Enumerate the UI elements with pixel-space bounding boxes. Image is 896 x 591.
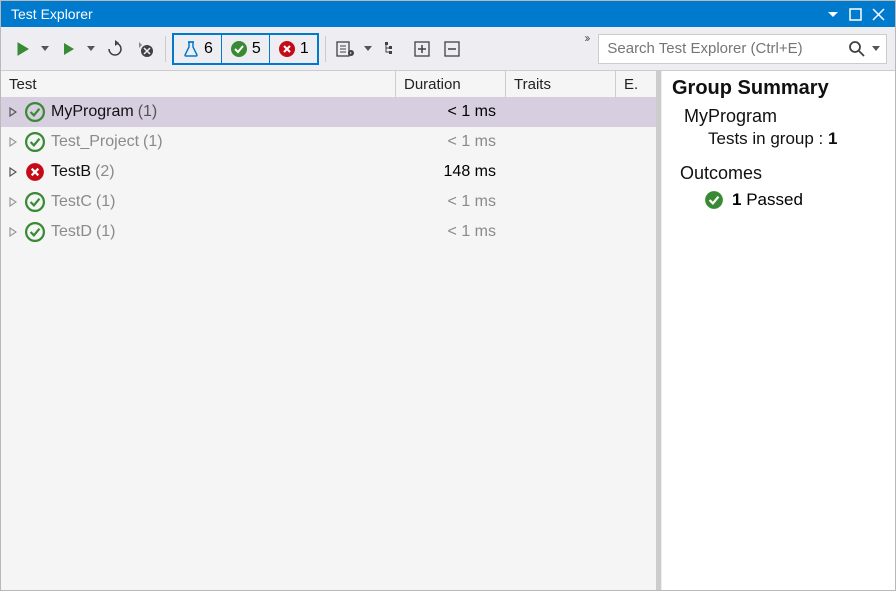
status-icon [25,162,45,182]
collapse-all-button[interactable] [438,35,466,63]
check-circle-icon [704,190,724,210]
duration-cell: < 1 ms [396,103,506,121]
expander-icon[interactable] [9,107,19,117]
status-icon [25,222,45,242]
table-row[interactable]: TestB (2) 148 ms [1,157,656,187]
duration-cell: 148 ms [396,163,506,181]
summary-pane: Group Summary MyProgram Tests in group :… [661,71,895,590]
table-row[interactable]: TestC (1) < 1 ms [1,187,656,217]
filter-group: 6 5 1 [172,33,319,65]
test-name: Test_Project (1) [51,133,163,151]
overflow-icon[interactable]: ›› [584,31,588,45]
filter-passed-button[interactable]: 5 [222,35,270,63]
check-circle-icon [230,40,248,58]
summary-count: Tests in group : 1 [664,127,895,159]
table-row[interactable]: TestD (1) < 1 ms [1,217,656,247]
test-name: TestB (2) [51,163,115,181]
stop-button[interactable] [131,35,159,63]
outcome-passed-row: 1 Passed [664,186,895,210]
table-row[interactable]: MyProgram (1) < 1 ms [1,97,656,127]
filter-failed-button[interactable]: 1 [270,35,317,63]
col-duration-header[interactable]: Duration [396,71,506,97]
col-test-header[interactable]: Test [1,71,396,97]
rows-container: MyProgram (1) < 1 ms Test_Project (1) < 1 m… [1,97,656,590]
expander-icon[interactable] [9,197,19,207]
status-icon [25,192,45,212]
col-traits-header[interactable]: Traits [506,71,616,97]
test-name: TestD (1) [51,223,115,241]
outcomes-title: Outcomes [664,159,895,186]
search-icon[interactable] [842,40,872,58]
flask-icon [182,40,200,58]
expander-icon[interactable] [9,227,19,237]
chevron-down-icon[interactable] [364,46,372,52]
expander-icon[interactable] [9,137,19,147]
x-circle-icon [278,40,296,58]
maximize-icon[interactable] [849,8,862,21]
test-list-pane: Test Duration Traits E. MyProgram (1) < 1… [1,71,661,590]
search-input[interactable] [599,40,842,57]
col-e-header[interactable]: E. [616,71,656,97]
status-icon [25,132,45,152]
column-headers: Test Duration Traits E. [1,71,656,97]
group-button[interactable] [378,35,406,63]
titlebar: Test Explorer [1,1,895,27]
run-all-button[interactable] [9,35,37,63]
status-icon [25,102,45,122]
expander-icon[interactable] [9,167,19,177]
filter-passed-count: 5 [252,40,261,58]
test-name: TestC (1) [51,193,115,211]
table-row[interactable]: Test_Project (1) < 1 ms [1,127,656,157]
chevron-down-icon[interactable] [41,46,49,52]
dropdown-icon[interactable] [827,8,839,20]
summary-program: MyProgram [664,104,895,127]
chevron-down-icon[interactable] [872,46,886,52]
filter-failed-count: 1 [300,40,309,58]
expand-all-button[interactable] [408,35,436,63]
summary-title: Group Summary [664,77,895,104]
repeat-button[interactable] [101,35,129,63]
toolbar: 6 5 1 ›› [1,27,895,71]
window-title: Test Explorer [11,6,827,22]
duration-cell: < 1 ms [396,133,506,151]
filter-total-count: 6 [204,40,213,58]
playlist-button[interactable] [332,35,360,63]
search-box[interactable] [598,34,887,64]
filter-total-button[interactable]: 6 [174,35,222,63]
test-name: MyProgram (1) [51,103,157,121]
close-icon[interactable] [872,8,885,21]
chevron-down-icon[interactable] [87,46,95,52]
duration-cell: < 1 ms [396,193,506,211]
duration-cell: < 1 ms [396,223,506,241]
run-button[interactable] [55,35,83,63]
